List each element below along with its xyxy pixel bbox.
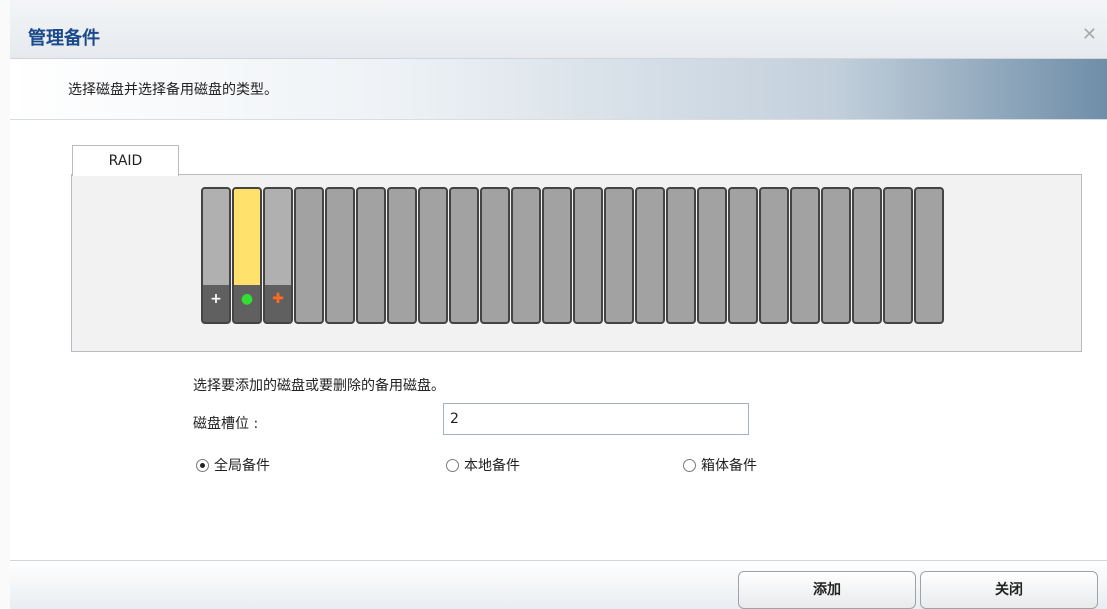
close-button[interactable]: 关闭 bbox=[920, 571, 1098, 609]
close-icon[interactable]: ✕ bbox=[1082, 24, 1097, 45]
disk-bay-4[interactable] bbox=[294, 187, 324, 324]
disk-status-icon: + bbox=[210, 291, 222, 307]
disk-bay-22[interactable] bbox=[852, 187, 882, 324]
radio-button[interactable] bbox=[446, 458, 459, 472]
disk-status-icon: ● bbox=[240, 291, 254, 307]
disk-select-prompt: 选择要添加的磁盘或要删除的备用磁盘。 bbox=[193, 378, 445, 394]
disk-bay-9[interactable] bbox=[449, 187, 479, 324]
instruction-text: 选择磁盘并选择备用磁盘的类型。 bbox=[68, 82, 278, 98]
disk-bay-19[interactable] bbox=[759, 187, 789, 324]
disk-bay-15[interactable] bbox=[635, 187, 665, 324]
raid-tab-panel: + ● ✚ bbox=[71, 174, 1082, 352]
disk-slot-label: 磁盘槽位 : bbox=[193, 416, 259, 432]
radio-local-spare[interactable]: 本地备件 bbox=[446, 455, 520, 475]
add-button[interactable]: 添加 bbox=[738, 571, 916, 609]
disk-bay-10[interactable] bbox=[480, 187, 510, 324]
disk-slot-fill bbox=[234, 189, 260, 285]
disk-bay-14[interactable] bbox=[604, 187, 634, 324]
disk-bay-3[interactable]: ✚ bbox=[263, 187, 293, 324]
disk-bay-2[interactable]: ● bbox=[232, 187, 262, 324]
instruction-banner: 选择磁盘并选择备用磁盘的类型。 bbox=[10, 59, 1107, 120]
manage-spares-dialog: 管理备件 ✕ 选择磁盘并选择备用磁盘的类型。 RAID + ● ✚ 选择要添加的磁盘… bbox=[10, 0, 1107, 609]
disk-bay-8[interactable] bbox=[418, 187, 448, 324]
radio-label: 全局备件 bbox=[214, 458, 270, 474]
disk-bay-20[interactable] bbox=[790, 187, 820, 324]
disk-slot-fill bbox=[203, 189, 229, 285]
disk-bay-16[interactable] bbox=[666, 187, 696, 324]
radio-enclosure-spare[interactable]: 箱体备件 bbox=[683, 455, 757, 475]
radio-label: 本地备件 bbox=[464, 458, 520, 474]
radio-button[interactable] bbox=[196, 458, 209, 472]
disk-bay-7[interactable] bbox=[387, 187, 417, 324]
disk-bay-17[interactable] bbox=[697, 187, 727, 324]
disk-bay-24[interactable] bbox=[914, 187, 944, 324]
disk-bay-6[interactable] bbox=[356, 187, 386, 324]
dialog-footer: 添加 关闭 bbox=[10, 560, 1107, 609]
disk-status-icon: ✚ bbox=[272, 291, 284, 307]
disk-bay-13[interactable] bbox=[573, 187, 603, 324]
dialog-title: 管理备件 bbox=[28, 28, 100, 49]
disk-slot-fill bbox=[265, 189, 291, 285]
disk-bay-1[interactable]: + bbox=[201, 187, 231, 324]
disk-bay-21[interactable] bbox=[821, 187, 851, 324]
disk-slot-input[interactable] bbox=[443, 403, 749, 435]
disk-bay-18[interactable] bbox=[728, 187, 758, 324]
disk-bay-23[interactable] bbox=[883, 187, 913, 324]
radio-global-spare[interactable]: 全局备件 bbox=[196, 455, 270, 475]
radio-label: 箱体备件 bbox=[701, 458, 757, 474]
radio-button[interactable] bbox=[683, 458, 696, 472]
disk-bay-5[interactable] bbox=[325, 187, 355, 324]
dialog-titlebar: 管理备件 ✕ bbox=[10, 0, 1107, 59]
disk-bay-11[interactable] bbox=[511, 187, 541, 324]
tab-raid[interactable]: RAID bbox=[72, 145, 179, 176]
disk-bay-12[interactable] bbox=[542, 187, 572, 324]
